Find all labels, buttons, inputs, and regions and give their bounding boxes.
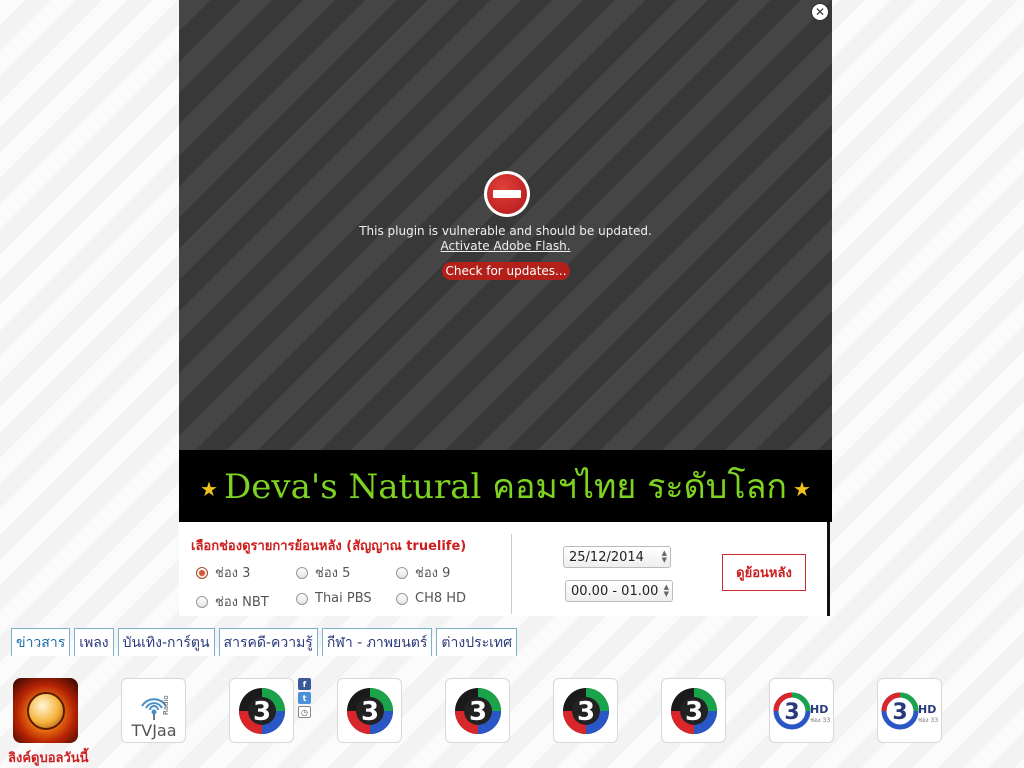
channel-tile-3-hd[interactable]: 3 HD ช่อง 33 — [769, 678, 834, 743]
channel-3-numeral: 3 — [892, 700, 907, 725]
radio-button-icon — [396, 566, 408, 579]
hd-label: HD — [810, 703, 828, 716]
clock-icon[interactable]: ◷ — [298, 706, 311, 718]
football-link-tile[interactable] — [13, 678, 78, 743]
channel-3-numeral: 3 — [784, 700, 799, 725]
radio-thai-pbs[interactable]: Thai PBS — [296, 591, 372, 606]
radio-channel-3[interactable]: ช่อง 3 — [196, 562, 250, 583]
channel-tile-3[interactable]: 3 — [445, 678, 510, 743]
channel-3-hd-logo-icon: 3 HD ช่อง 33 — [881, 692, 938, 729]
divider — [511, 534, 512, 614]
category-tabs: ข่าวสาร เพลง บันเทิง-การ์ตูน สารคดี-ความ… — [11, 628, 518, 656]
radio-button-icon — [196, 595, 208, 608]
star-icon: ★ — [200, 477, 218, 501]
time-select[interactable]: 00.00 - 01.00 ▲ ▼ — [565, 580, 673, 602]
channel-3-logo-icon: 3 — [562, 687, 609, 734]
radio-label: ช่อง NBT — [215, 595, 269, 610]
football-link-caption[interactable]: ลิงค์ดูบอลวันนี้ — [8, 747, 89, 768]
hd-label: HD — [918, 703, 936, 716]
tab-sports-movies[interactable]: กีฬา - ภาพยนตร์ — [321, 628, 433, 656]
radio-button-icon — [296, 566, 308, 579]
radio-label: Thai PBS — [315, 591, 372, 606]
twitter-icon[interactable]: t — [298, 692, 311, 704]
radio-channel-nbt[interactable]: ช่อง NBT — [196, 591, 269, 612]
tab-news[interactable]: ข่าวสาร — [11, 628, 71, 656]
radio-ch8-hd[interactable]: CH8 HD — [396, 591, 466, 606]
plugin-warning-text: This plugin is vulnerable and should be … — [359, 224, 652, 238]
radio-button-icon — [396, 592, 408, 605]
activate-flash-link[interactable]: Activate Adobe Flash. — [440, 239, 570, 253]
channel-tile-3[interactable]: 3 — [229, 678, 294, 743]
close-icon[interactable]: ✕ — [811, 3, 829, 21]
channel-3-numeral: 3 — [252, 697, 270, 727]
tab-documentary[interactable]: สารคดี-ความรู้ — [218, 628, 318, 656]
radio-label: ช่อง 3 — [215, 566, 251, 581]
channel-3-logo-icon: 3 — [346, 687, 393, 734]
ad-banner[interactable]: ★ Deva's Natural คอมฯไทย ระดับโลก ★ — [179, 450, 832, 522]
channel-3-numeral: 3 — [684, 697, 702, 727]
radio-label: ช่อง 9 — [415, 566, 451, 581]
spinner-icon: ▲ ▼ — [661, 549, 667, 564]
tab-entertainment[interactable]: บันเทิง-การ์ตูน — [117, 628, 215, 656]
tvjaa-logo-icon: Radio TVJaa — [130, 695, 176, 740]
replay-selector-panel: เลือกช่องดูรายการย้อนหลัง (สัญญาณ trueli… — [179, 522, 830, 616]
tab-international[interactable]: ต่างประเทศ — [436, 628, 518, 656]
channel-tile-3-hd[interactable]: 3 HD ช่อง 33 — [877, 678, 942, 743]
radio-label: ช่อง 5 — [315, 566, 351, 581]
channel-3-numeral: 3 — [360, 697, 378, 727]
watch-replay-button[interactable]: ดูย้อนหลัง — [722, 554, 806, 591]
facebook-icon[interactable]: f — [298, 678, 311, 690]
star-icon: ★ — [793, 477, 811, 501]
channel-3-logo-icon: 3 — [454, 687, 501, 734]
tab-music[interactable]: เพลง — [74, 628, 114, 656]
channel-3-numeral: 3 — [576, 697, 594, 727]
channel-sub-label: ช่อง 33 — [810, 717, 830, 724]
channel-tile-3[interactable]: 3 — [337, 678, 402, 743]
channel-3-numeral: 3 — [468, 697, 486, 727]
soccer-ball-icon — [26, 691, 65, 730]
radio-channel-9[interactable]: ช่อง 9 — [396, 562, 450, 583]
date-select[interactable]: 25/12/2014 ▲ ▼ — [563, 546, 671, 568]
tvjaa-radio-label: Radio — [162, 695, 170, 715]
spinner-icon: ▲ ▼ — [663, 583, 669, 598]
time-value: 00.00 - 01.00 — [571, 583, 659, 599]
check-updates-button[interactable]: Check for updates... — [442, 262, 570, 280]
channel-3-logo-icon: 3 — [238, 687, 285, 734]
banner-text: Deva's Natural คอมฯไทย ระดับโลก — [223, 467, 788, 507]
channel-tile-tvjaa[interactable]: Radio TVJaa — [121, 678, 186, 743]
date-value: 25/12/2014 — [569, 549, 644, 565]
panel-title: เลือกช่องดูรายการย้อนหลัง (สัญญาณ trueli… — [191, 539, 467, 554]
radio-button-icon — [296, 592, 308, 605]
tvjaa-name: TVJaa — [130, 721, 176, 740]
radio-label: CH8 HD — [415, 591, 467, 606]
channel-3-hd-logo-icon: 3 HD ช่อง 33 — [773, 692, 830, 729]
flash-player[interactable]: This plugin is vulnerable and should be … — [179, 0, 832, 450]
blocked-plugin-icon — [484, 171, 530, 217]
radio-channel-5[interactable]: ช่อง 5 — [296, 562, 350, 583]
channel-sub-label: ช่อง 33 — [918, 717, 938, 724]
radio-button-icon — [196, 566, 208, 579]
channel-tile-3[interactable]: 3 — [553, 678, 618, 743]
channel-tile-3[interactable]: 3 — [661, 678, 726, 743]
channel-3-logo-icon: 3 — [670, 687, 717, 734]
